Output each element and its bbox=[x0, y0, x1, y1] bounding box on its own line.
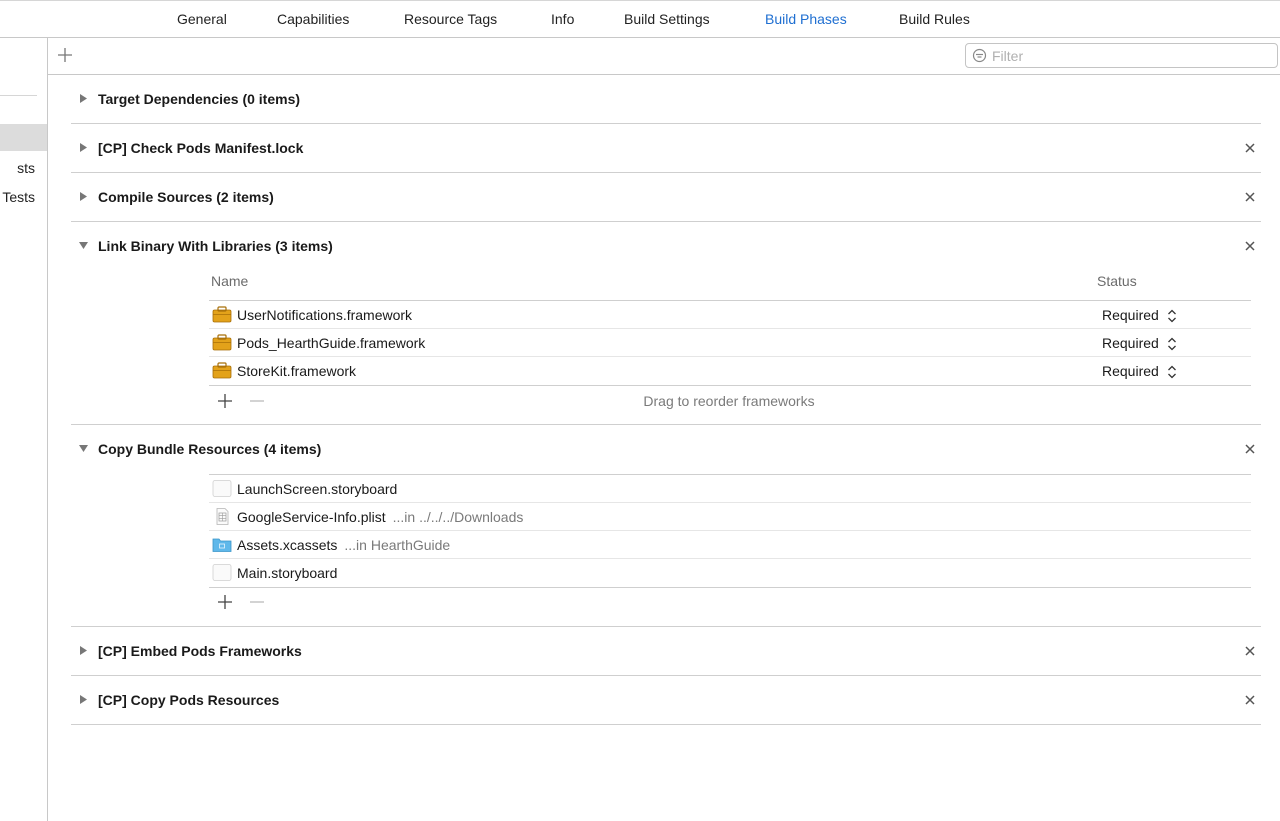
delete-phase-close-icon[interactable] bbox=[1244, 645, 1256, 657]
table-row[interactable]: LaunchScreen.storyboard bbox=[209, 475, 1251, 503]
framework-icon bbox=[212, 306, 232, 323]
phase-target-dependencies[interactable]: Target Dependencies (0 items) bbox=[72, 75, 1260, 124]
column-header-name[interactable]: Name bbox=[211, 273, 248, 289]
phase-title: Copy Bundle Resources (4 items) bbox=[98, 441, 322, 457]
delete-phase-close-icon[interactable] bbox=[1244, 240, 1256, 252]
framework-name: Pods_HearthGuide.framework bbox=[237, 335, 426, 351]
disclosure-triangle-collapsed-icon[interactable] bbox=[78, 93, 89, 104]
phase-title: [CP] Embed Pods Frameworks bbox=[98, 643, 302, 659]
delete-phase-close-icon[interactable] bbox=[1244, 142, 1256, 154]
resource-name: GoogleService-Info.plist bbox=[237, 509, 386, 525]
tab-capabilities[interactable]: Capabilities bbox=[277, 11, 349, 27]
phase-title: [CP] Check Pods Manifest.lock bbox=[98, 140, 304, 156]
remove-resource-button[interactable] bbox=[249, 594, 265, 610]
add-resource-button[interactable] bbox=[217, 594, 233, 610]
phase-link-binary-with-libraries[interactable]: Link Binary With Libraries (3 items) bbox=[72, 222, 1260, 271]
sidebar-item-tests-target[interactable]: sts bbox=[17, 160, 35, 176]
table-row[interactable]: Pods_HearthGuide.framework Required bbox=[209, 329, 1251, 357]
phase-title: Target Dependencies (0 items) bbox=[98, 91, 301, 107]
disclosure-triangle-expanded-icon[interactable] bbox=[78, 443, 89, 454]
phase-separator bbox=[71, 724, 1261, 725]
framework-name: UserNotifications.framework bbox=[237, 307, 413, 323]
popup-stepper-icon[interactable] bbox=[1167, 364, 1177, 380]
phase-title: [CP] Copy Pods Resources bbox=[98, 692, 280, 708]
add-build-phase-button[interactable] bbox=[56, 46, 74, 64]
popup-stepper-icon[interactable] bbox=[1167, 336, 1177, 352]
phase-embed-pods-frameworks[interactable]: [CP] Embed Pods Frameworks bbox=[72, 627, 1260, 676]
disclosure-triangle-collapsed-icon[interactable] bbox=[78, 142, 89, 153]
tab-info[interactable]: Info bbox=[551, 11, 574, 27]
disclosure-triangle-collapsed-icon[interactable] bbox=[78, 191, 89, 202]
framework-name: StoreKit.framework bbox=[237, 363, 357, 379]
phase-check-pods-manifest[interactable]: [CP] Check Pods Manifest.lock bbox=[72, 124, 1260, 173]
resource-path: ...in HearthGuide bbox=[344, 537, 451, 553]
phase-title: Link Binary With Libraries (3 items) bbox=[98, 238, 333, 254]
build-phases-editor: General Capabilities Resource Tags Info … bbox=[0, 0, 1280, 821]
filter-field[interactable] bbox=[965, 43, 1278, 68]
filter-icon bbox=[972, 48, 987, 63]
delete-phase-close-icon[interactable] bbox=[1244, 191, 1256, 203]
storyboard-icon bbox=[212, 564, 232, 581]
tab-build-phases[interactable]: Build Phases bbox=[765, 11, 847, 27]
status-popup[interactable]: Required bbox=[1102, 363, 1159, 379]
table-row[interactable]: GoogleService-Info.plist ...in ../../../D… bbox=[209, 503, 1251, 531]
resource-name: Assets.xcassets bbox=[237, 537, 338, 553]
folder-icon bbox=[212, 538, 232, 552]
link-table-footer: Drag to reorder frameworks bbox=[209, 386, 1251, 416]
popup-stepper-icon[interactable] bbox=[1167, 308, 1177, 324]
tab-build-rules[interactable]: Build Rules bbox=[899, 11, 970, 27]
storyboard-icon bbox=[212, 480, 232, 497]
sidebar-item-selected-target[interactable] bbox=[0, 124, 47, 151]
editor-tab-bar: General Capabilities Resource Tags Info … bbox=[0, 0, 1280, 38]
build-phases-toolbar bbox=[48, 38, 1280, 75]
delete-phase-close-icon[interactable] bbox=[1244, 694, 1256, 706]
phase-copy-pods-resources[interactable]: [CP] Copy Pods Resources bbox=[72, 676, 1260, 725]
targets-sidebar: sts Tests bbox=[0, 38, 48, 821]
resource-name: LaunchScreen.storyboard bbox=[237, 481, 398, 497]
framework-icon bbox=[212, 334, 232, 351]
phase-copy-bundle-resources[interactable]: Copy Bundle Resources (4 items) bbox=[72, 425, 1260, 474]
disclosure-triangle-expanded-icon[interactable] bbox=[78, 240, 89, 251]
phase-compile-sources[interactable]: Compile Sources (2 items) bbox=[72, 173, 1260, 222]
table-row[interactable]: StoreKit.framework Required bbox=[209, 357, 1251, 385]
tab-build-settings[interactable]: Build Settings bbox=[624, 11, 710, 27]
delete-phase-close-icon[interactable] bbox=[1244, 443, 1256, 455]
copy-table-footer bbox=[209, 588, 1251, 618]
tab-resource-tags[interactable]: Resource Tags bbox=[404, 11, 497, 27]
status-popup[interactable]: Required bbox=[1102, 335, 1159, 351]
sidebar-divider bbox=[0, 95, 37, 96]
drag-to-reorder-hint: Drag to reorder frameworks bbox=[643, 393, 815, 409]
resource-name: Main.storyboard bbox=[237, 565, 338, 581]
tab-general[interactable]: General bbox=[177, 11, 227, 27]
sidebar-item-ui-tests-target[interactable]: Tests bbox=[2, 189, 35, 205]
disclosure-triangle-collapsed-icon[interactable] bbox=[78, 694, 89, 705]
table-row[interactable]: Main.storyboard bbox=[209, 559, 1251, 587]
disclosure-triangle-collapsed-icon[interactable] bbox=[78, 645, 89, 656]
plist-icon bbox=[216, 508, 229, 525]
table-row[interactable]: UserNotifications.framework Required bbox=[209, 301, 1251, 329]
filter-input[interactable] bbox=[992, 47, 1272, 64]
phase-title: Compile Sources (2 items) bbox=[98, 189, 274, 205]
table-row[interactable]: Assets.xcassets ...in HearthGuide bbox=[209, 531, 1251, 559]
framework-icon bbox=[212, 362, 232, 379]
column-header-status[interactable]: Status bbox=[1097, 273, 1137, 289]
status-popup[interactable]: Required bbox=[1102, 307, 1159, 323]
resource-path: ...in ../../../Downloads bbox=[392, 509, 524, 525]
